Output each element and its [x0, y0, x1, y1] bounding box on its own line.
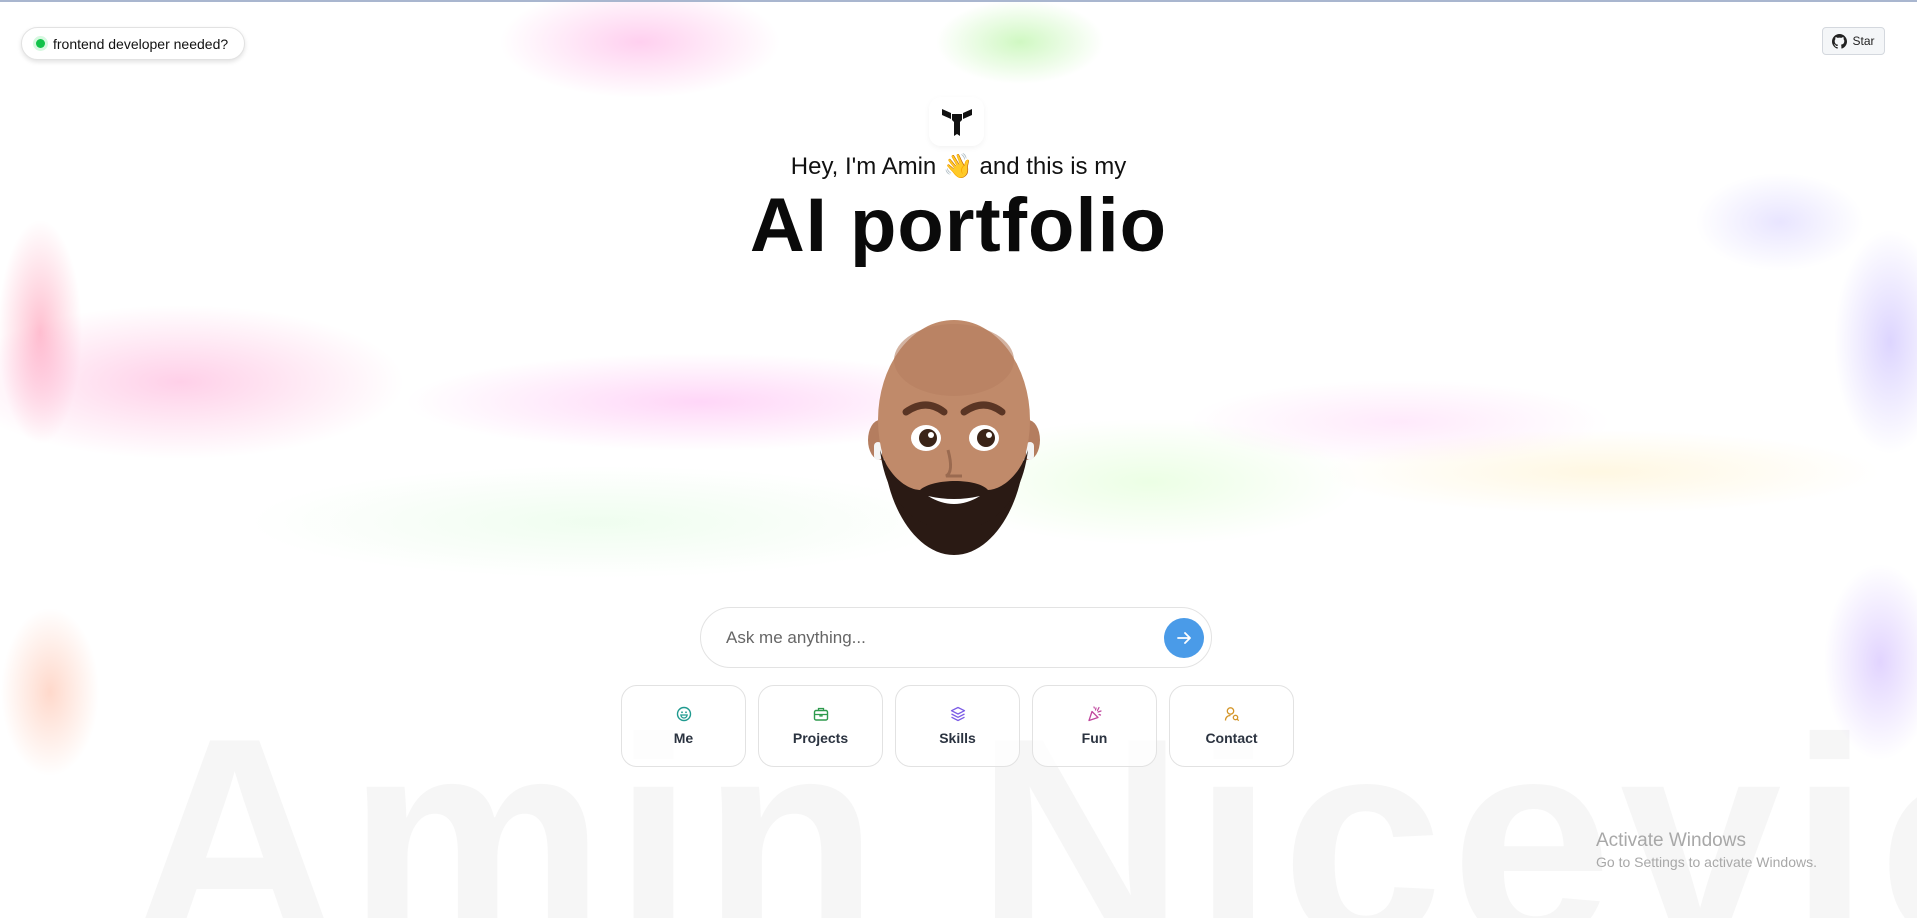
chat-input[interactable] [726, 627, 1164, 648]
briefcase-icon [813, 707, 828, 721]
tile-label: Skills [939, 730, 976, 746]
tile-contact[interactable]: Contact [1169, 685, 1294, 767]
tile-skills[interactable]: Skills [895, 685, 1020, 767]
tile-label: Projects [792, 730, 849, 746]
tile-me[interactable]: Me [621, 685, 746, 767]
layers-icon [950, 706, 965, 722]
tile-label: Contact [1205, 730, 1258, 746]
avatar [868, 320, 1040, 555]
hiring-badge[interactable]: frontend developer needed? [21, 27, 246, 60]
greeting-text: Hey, I'm Amin [790, 153, 937, 180]
badge-label: frontend developer needed? [53, 35, 229, 52]
tile-fun[interactable]: Fun [1032, 685, 1157, 767]
star-label: Star [1852, 34, 1875, 48]
logo[interactable] [929, 97, 984, 146]
status-dot-icon [36, 39, 45, 48]
tile-label: Fun [1081, 730, 1108, 746]
tile-label: Me [673, 730, 694, 746]
smile-icon [676, 706, 691, 722]
quick-actions: Me Projects Skills Fun Contact [621, 685, 1294, 767]
activate-windows-subtitle: Go to Settings to activate Windows. [1596, 854, 1817, 870]
user-search-icon [1224, 707, 1239, 722]
github-icon [1832, 33, 1848, 49]
activate-windows-notice: Activate Windows Go to Settings to activ… [1596, 830, 1817, 870]
tile-projects[interactable]: Projects [758, 685, 883, 767]
chat-input-container [700, 607, 1212, 668]
page-title: AI portfolio [749, 183, 1168, 268]
github-star-button[interactable]: Star [1822, 27, 1885, 55]
party-popper-icon [1087, 706, 1102, 722]
wave-emoji: 👋 [942, 153, 973, 180]
logo-icon [941, 108, 972, 136]
page: Amin Nicević frontend developer needed? … [0, 0, 1917, 918]
greeting-suffix: and this is my [979, 153, 1127, 180]
arrow-right-icon [1177, 631, 1191, 644]
activate-windows-title: Activate Windows [1596, 830, 1746, 851]
send-button[interactable] [1164, 617, 1204, 658]
greeting: Hey, I'm Amin 👋 and this is my [0, 152, 1917, 181]
